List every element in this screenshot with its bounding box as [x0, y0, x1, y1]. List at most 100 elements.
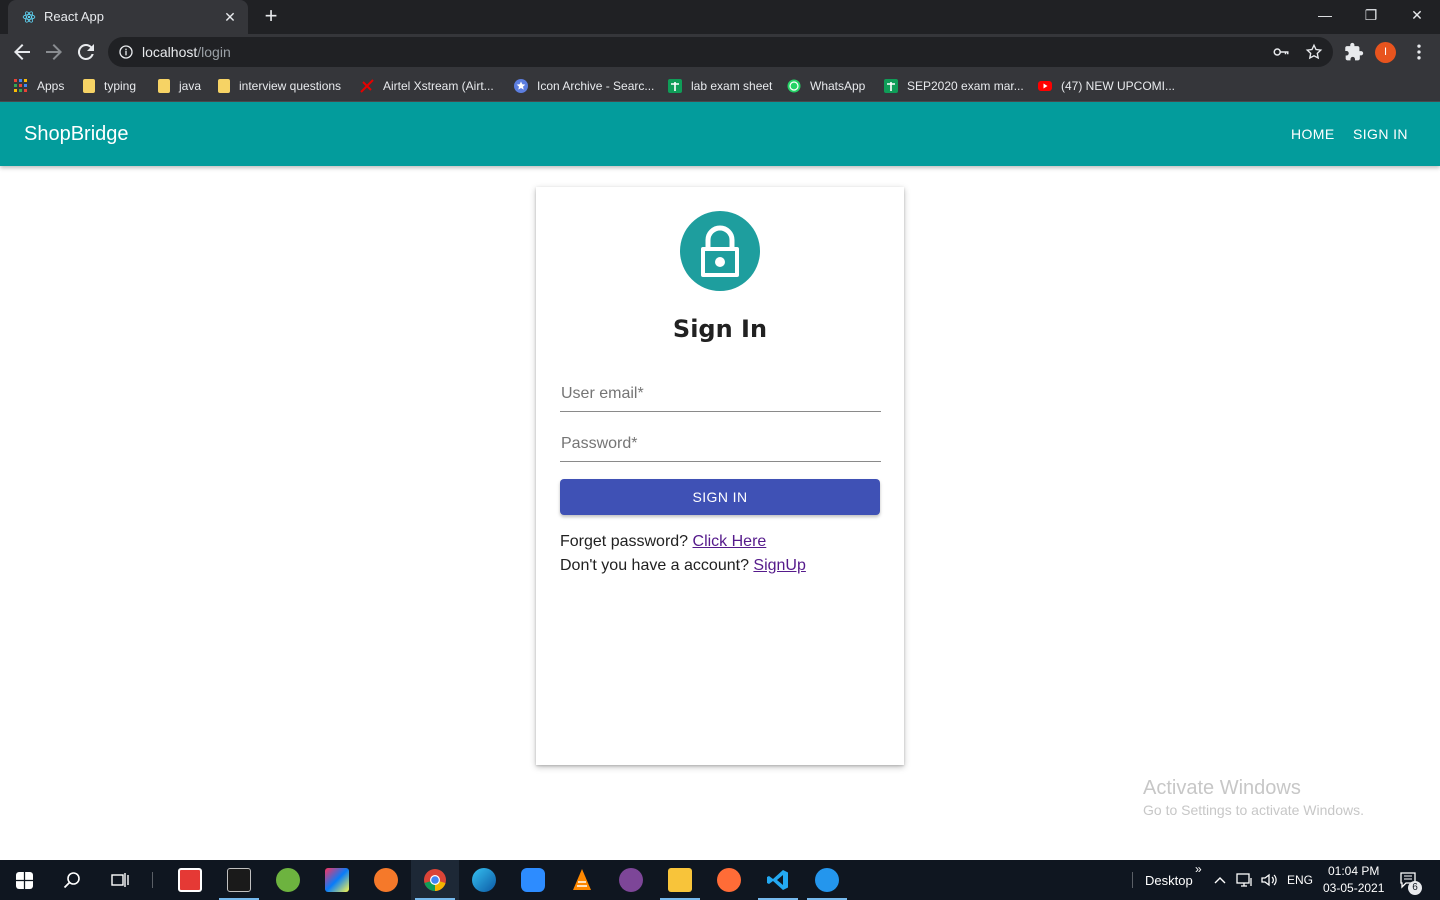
folder-icon: [83, 79, 95, 93]
extensions-puzzle-icon[interactable]: [1344, 42, 1364, 62]
url-path: /login: [197, 44, 231, 60]
tab-title: React App: [44, 9, 104, 24]
bookmark-youtube[interactable]: (47) NEW UPCOMI...: [1038, 77, 1175, 95]
search-icon: [63, 872, 80, 889]
bookmark-apps[interactable]: Apps: [14, 77, 64, 95]
bookmark-interview-questions[interactable]: interview questions: [218, 77, 341, 95]
bookmark-typing[interactable]: typing: [83, 77, 136, 95]
taskbar-app-edge[interactable]: [460, 860, 508, 900]
network-icon[interactable]: [1236, 872, 1254, 888]
nav-home-link[interactable]: HOME: [1291, 126, 1335, 142]
bookmark-label: Airtel Xstream (Airt...: [383, 79, 494, 93]
volume-icon[interactable]: [1260, 872, 1278, 888]
chevron-up-icon[interactable]: [1213, 873, 1227, 887]
taskbar-app-power[interactable]: [166, 860, 214, 900]
toolbar-overflow-chevron[interactable]: »: [1195, 862, 1202, 876]
signin-submit-button[interactable]: SIGN IN: [560, 479, 880, 515]
forgot-password-link[interactable]: Click Here: [693, 533, 767, 550]
browser-toolbar: localhost/login I: [0, 34, 1440, 70]
postman-icon: [717, 868, 741, 892]
taskbar-app-blender[interactable]: [362, 860, 410, 900]
start-button[interactable]: [0, 860, 48, 900]
activate-windows-subtitle: Go to Settings to activate Windows.: [1143, 802, 1364, 818]
nav-signin-link[interactable]: SIGN IN: [1353, 126, 1408, 142]
docker-icon: [815, 868, 839, 892]
intellij-icon: [325, 868, 349, 892]
browser-tab-strip: React App ✕ + — ❐ ✕: [0, 0, 1440, 34]
bookmark-label: interview questions: [239, 79, 342, 93]
lock-icon: [701, 225, 739, 277]
bookmark-label: (47) NEW UPCOMI...: [1061, 79, 1176, 93]
edge-icon: [472, 868, 496, 892]
bookmark-label: SEP2020 exam mar...: [907, 79, 1024, 93]
taskbar-app-spring[interactable]: [264, 860, 312, 900]
taskbar-app-postman[interactable]: [705, 860, 753, 900]
bookmark-label: lab exam sheet: [691, 79, 773, 93]
bookmark-whatsapp[interactable]: WhatsApp: [787, 77, 865, 95]
signup-text: Don't you have a account?: [560, 557, 754, 574]
clock-time[interactable]: 01:04 PM: [1328, 864, 1379, 878]
bookmark-sep2020[interactable]: SEP2020 exam mar...: [884, 77, 1024, 95]
taskbar-app-docker[interactable]: [803, 860, 851, 900]
site-info-icon[interactable]: [118, 44, 134, 60]
taskbar-search-button[interactable]: [48, 860, 96, 900]
folder-icon: [158, 79, 170, 93]
zoom-icon: [521, 868, 545, 892]
signup-link[interactable]: SignUp: [753, 557, 805, 574]
tor-icon: [619, 868, 643, 892]
browser-tab[interactable]: React App ✕: [8, 0, 248, 34]
reload-icon[interactable]: [74, 40, 98, 64]
address-bar[interactable]: localhost/login: [108, 37, 1333, 67]
sheets-icon: [668, 79, 682, 93]
bookmark-lab-exam-sheet[interactable]: lab exam sheet: [668, 77, 772, 95]
more-menu-icon[interactable]: [1409, 42, 1429, 62]
password-field-label: Password*: [561, 435, 638, 452]
activate-windows-title: Activate Windows: [1143, 777, 1301, 799]
icon-archive-icon: [514, 79, 528, 93]
language-indicator[interactable]: ENG: [1287, 873, 1313, 887]
clock-date[interactable]: 03-05-2021: [1323, 881, 1384, 895]
new-tab-button[interactable]: +: [260, 5, 282, 27]
key-icon[interactable]: [1272, 43, 1290, 61]
taskbar-app-zoom[interactable]: [509, 860, 557, 900]
taskbar-app-chrome[interactable]: [411, 860, 459, 900]
brand-logo[interactable]: ShopBridge: [24, 123, 129, 146]
back-arrow-icon[interactable]: [10, 40, 34, 64]
bookmark-airtel[interactable]: Airtel Xstream (Airt...: [360, 77, 494, 95]
windows-start-icon: [16, 872, 33, 889]
bookmark-label: java: [179, 79, 202, 93]
taskbar-app-intellij[interactable]: [313, 860, 361, 900]
taskbar-app-file-explorer[interactable]: [656, 860, 704, 900]
tab-close-icon[interactable]: ✕: [222, 9, 238, 25]
file-explorer-icon: [668, 868, 692, 892]
signin-card: Sign In User email* Password* SIGN IN Fo…: [536, 187, 904, 765]
taskbar-app-tor[interactable]: [607, 860, 655, 900]
bookmark-icon-archive[interactable]: Icon Archive - Searc...: [514, 77, 654, 95]
url-text[interactable]: localhost/login: [142, 44, 231, 60]
task-view-button[interactable]: [96, 860, 144, 900]
bookmark-star-icon[interactable]: [1305, 43, 1323, 61]
email-field[interactable]: User email*: [560, 378, 881, 412]
email-field-label: User email*: [561, 385, 644, 402]
blender-icon: [374, 868, 398, 892]
bookmark-java[interactable]: java: [158, 77, 201, 95]
taskbar-app-terminal[interactable]: [215, 860, 263, 900]
restore-window-button[interactable]: ❐: [1348, 0, 1394, 30]
desktop-toolbar-label[interactable]: Desktop: [1145, 873, 1193, 888]
profile-avatar[interactable]: I: [1375, 42, 1396, 63]
whatsapp-icon: [787, 79, 801, 93]
power-app-icon: [178, 868, 202, 892]
page-title: Sign In: [672, 315, 768, 343]
close-window-button[interactable]: ✕: [1394, 0, 1440, 30]
minimize-window-button[interactable]: —: [1302, 0, 1348, 30]
apps-grid-icon: [14, 79, 27, 92]
forward-arrow-icon[interactable]: [42, 40, 66, 64]
notification-count-badge: 6: [1408, 881, 1422, 895]
task-view-icon: [111, 873, 129, 887]
forgot-password-line: Forget password? Click Here: [560, 533, 766, 551]
taskbar-app-vlc[interactable]: [558, 860, 606, 900]
airtel-icon: [360, 79, 374, 93]
password-field[interactable]: Password*: [560, 428, 881, 462]
vscode-icon: [767, 870, 788, 890]
taskbar-app-vscode[interactable]: [754, 860, 802, 900]
